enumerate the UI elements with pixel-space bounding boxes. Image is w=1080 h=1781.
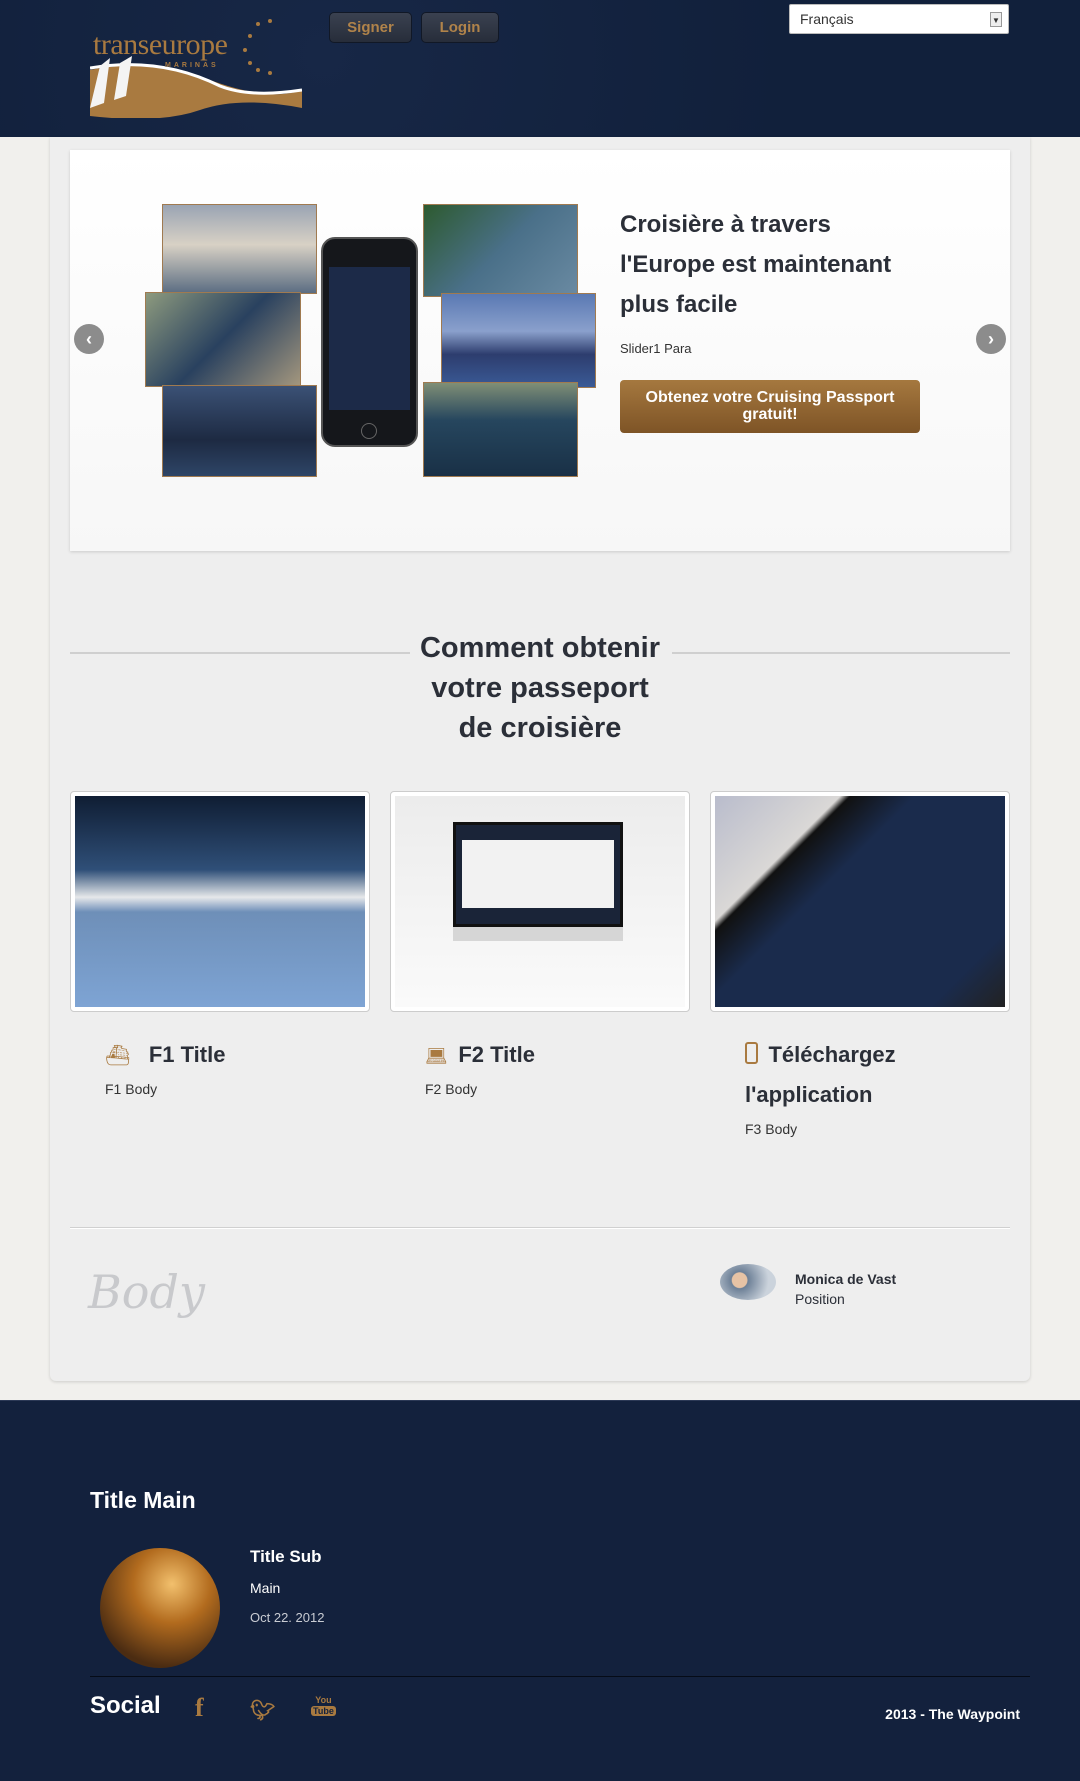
marina-photo [423, 204, 578, 297]
feature-title: F1 Title [148, 1042, 226, 1067]
heading-divider [70, 652, 410, 654]
logo-text: transeurope [93, 28, 228, 61]
feature-card-2 [390, 791, 690, 1012]
marina-photo [441, 293, 596, 388]
feature-title: F2 Title [458, 1042, 535, 1067]
logo-subtext: MARINAS [165, 62, 219, 69]
footer-divider [90, 1676, 1030, 1677]
testimonial-body: Body [88, 1265, 205, 1319]
post-body: Main [250, 1580, 281, 1596]
feature-card-3 [710, 791, 1010, 1012]
heading-divider [672, 652, 1010, 654]
twitter-icon[interactable]: 🐦︎ [250, 1698, 275, 1723]
social-label: Social [90, 1692, 161, 1719]
feature-2: 💻︎ F2 Title F2 Body [425, 1035, 655, 1097]
section-title-line: de croisière [458, 712, 622, 744]
slide-paragraph: Slider1 Para [620, 341, 692, 356]
app-image [715, 796, 1005, 1007]
testimonial-position: Position [795, 1291, 845, 1307]
marina-photo [162, 385, 317, 477]
computer-image [395, 796, 685, 1007]
youtube-icon[interactable]: You Tube [311, 1695, 336, 1717]
post-title[interactable]: Title Sub [250, 1547, 321, 1567]
avatar [720, 1264, 776, 1300]
testimonial-name: Monica de Vast [795, 1271, 897, 1287]
feature-3: Téléchargez l'application F3 Body [745, 1035, 975, 1137]
feature-card-1 [70, 791, 370, 1012]
phone-image [321, 237, 418, 447]
language-select[interactable]: Français ▼ [789, 4, 1009, 34]
post-date: Oct 22. 2012 [250, 1610, 325, 1625]
dropdown-arrow-icon: ▼ [990, 12, 1002, 27]
laptop-icon: 💻︎ [425, 1046, 448, 1066]
login-button[interactable]: Login [421, 12, 499, 43]
marina-photo [145, 292, 301, 387]
section-title-line: Comment obtenir [419, 632, 661, 664]
marina-reflection-image [75, 796, 365, 1007]
feature-body: F1 Body [105, 1081, 158, 1097]
marina-photo [423, 382, 578, 477]
section-title-line: votre passeport [431, 672, 649, 704]
feature-body: F2 Body [425, 1081, 478, 1097]
language-value: Français [800, 11, 854, 27]
slide-title: Croisière à travers l'Europe est mainten… [620, 211, 892, 318]
slider-next-button[interactable]: › [976, 324, 1006, 354]
section-divider [70, 1227, 1010, 1229]
feature-title: Téléchargez l'application [745, 1042, 896, 1107]
get-passport-button[interactable]: Obtenez votre Cruising Passport gratuit! [620, 380, 920, 433]
section-title: Comment obtenir votre passeport de crois… [400, 628, 680, 748]
feature-body: F3 Body [745, 1121, 798, 1137]
feature-1: ⛴ F1 Title F1 Body [105, 1035, 335, 1097]
footer-title: Title Main [90, 1487, 196, 1513]
slider-prev-button[interactable]: ‹ [74, 324, 104, 354]
marina-photo [162, 204, 317, 294]
facebook-icon[interactable]: f [195, 1693, 204, 1723]
signup-button[interactable]: Signer [329, 12, 412, 43]
phone-icon [745, 1042, 758, 1064]
header: transeurope MARINAS Signer Login Françai… [0, 0, 1080, 137]
ship-icon: ⛴ [105, 1045, 131, 1067]
copyright: 2013 - The Waypoint [885, 1706, 1020, 1722]
chevron-right-icon: › [988, 329, 994, 349]
post-thumbnail[interactable] [100, 1548, 220, 1668]
logo[interactable]: transeurope MARINAS [90, 18, 302, 118]
chevron-left-icon: ‹ [86, 329, 92, 349]
